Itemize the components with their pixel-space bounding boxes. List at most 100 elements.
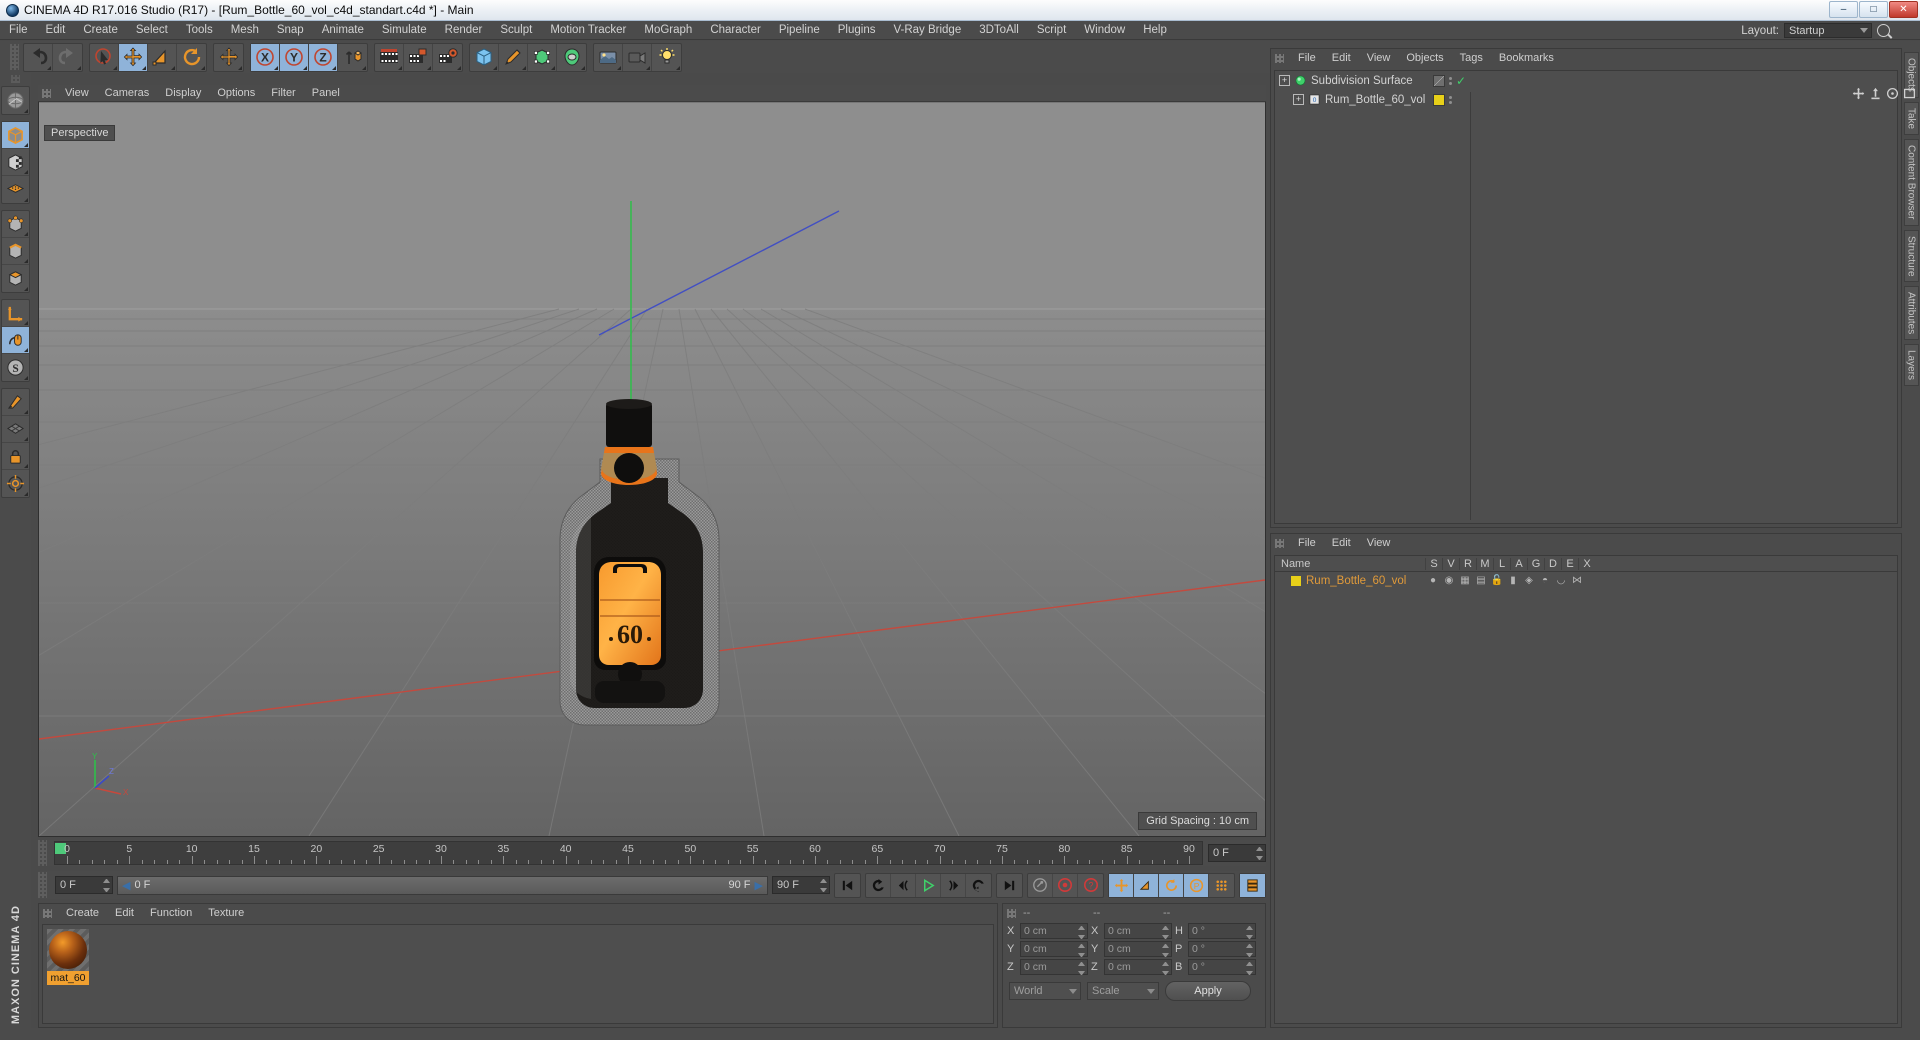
key-position-button[interactable] [1109, 873, 1134, 897]
object-menu-tags[interactable]: Tags [1452, 49, 1491, 67]
polygon-mode-button[interactable] [2, 265, 29, 292]
viewport-menu-grip[interactable] [42, 88, 51, 98]
light-button[interactable] [652, 44, 681, 71]
layer-deformer-icon[interactable]: ◓ [1539, 575, 1551, 587]
layer-xref-icon[interactable]: ⋈ [1571, 575, 1583, 587]
viewport-menu-cameras[interactable]: Cameras [97, 85, 158, 102]
move-button[interactable] [119, 43, 148, 71]
viewport-menu-options[interactable]: Options [209, 85, 263, 102]
frame-spinner[interactable] [1256, 847, 1263, 860]
layer-column-e[interactable]: E [1561, 557, 1578, 570]
lock-button[interactable] [2, 443, 29, 470]
layer-column-g[interactable]: G [1527, 557, 1544, 570]
coord-field-position-0[interactable]: 0 cm [1020, 923, 1088, 939]
menu-item-window[interactable]: Window [1075, 21, 1134, 40]
coord-spinner[interactable] [1246, 944, 1253, 957]
coord-field-size-0[interactable]: 0 cm [1104, 923, 1172, 939]
layer-animation-icon[interactable]: ▮ [1507, 575, 1519, 587]
autokey-button[interactable] [1028, 873, 1053, 897]
viewport-menu-view[interactable]: View [57, 85, 97, 102]
visibility-dots[interactable] [1449, 95, 1452, 104]
workplane-button[interactable]: S [2, 354, 29, 381]
render-view-button[interactable] [375, 43, 404, 71]
menu-item-plugins[interactable]: Plugins [829, 21, 885, 40]
spline-pen-button[interactable] [499, 43, 528, 71]
coord-spinner[interactable] [1246, 926, 1253, 939]
material-name[interactable]: mat_60 [47, 971, 89, 985]
layer-row[interactable]: Rum_Bottle_60_vol ● ◉ ▦ ▤ 🔓 ▮ ◈ ◓ ◡ ⋈ [1275, 572, 1897, 589]
layer-rows[interactable]: Rum_Bottle_60_vol ● ◉ ▦ ▤ 🔓 ▮ ◈ ◓ ◡ ⋈ [1275, 572, 1897, 589]
layer-solo-icon[interactable]: ● [1427, 575, 1439, 587]
object-manager-grip[interactable] [1275, 53, 1284, 63]
live-selection-button[interactable] [90, 43, 119, 71]
menu-item-script[interactable]: Script [1028, 21, 1075, 40]
object-menu-objects[interactable]: Objects [1398, 49, 1451, 67]
coord-field-position-1[interactable]: 0 cm [1020, 941, 1088, 957]
layer-color-swatch[interactable] [1291, 575, 1301, 586]
play-button[interactable] [916, 873, 941, 897]
timeline-grip[interactable] [38, 840, 47, 866]
coord-spinner[interactable] [1078, 926, 1085, 939]
layer-column-x[interactable]: X [1578, 557, 1595, 570]
material-menu-create[interactable]: Create [58, 904, 107, 922]
coord-field-rotation-0[interactable]: 0 ° [1188, 923, 1256, 939]
layer-column-r[interactable]: R [1459, 557, 1476, 570]
coord-spinner[interactable] [1162, 962, 1169, 975]
viewport-panel[interactable]: 60 Perspective Grid Spacing : 10 cm Y X [38, 85, 1266, 837]
menu-item-sculpt[interactable]: Sculpt [491, 21, 541, 40]
play-backwards-button[interactable] [866, 873, 891, 897]
world-object-axis-button[interactable] [338, 44, 367, 71]
viewport-menu-display[interactable]: Display [157, 85, 209, 102]
toolbar-grip[interactable] [10, 44, 19, 70]
material-menu-edit[interactable]: Edit [107, 904, 142, 922]
object-menu-edit[interactable]: Edit [1324, 49, 1359, 67]
coordinates-grip[interactable] [1007, 908, 1016, 918]
object-row[interactable]: + Subdivision Surface ✓ [1275, 71, 1897, 90]
menu-item-render[interactable]: Render [436, 21, 492, 40]
search-icon[interactable] [1877, 24, 1890, 37]
move-tool-button[interactable] [214, 44, 243, 71]
layer-lock-icon[interactable]: 🔓 [1491, 575, 1503, 587]
timeline-window-button[interactable] [1240, 873, 1265, 897]
layer-view-icon[interactable]: ◉ [1443, 575, 1455, 587]
scale-button[interactable] [148, 43, 177, 71]
menu-item-animate[interactable]: Animate [313, 21, 373, 40]
object-tree[interactable]: + Subdivision Surface ✓ +0 Rum_Bottle_60_vol [1274, 70, 1898, 524]
coord-spinner[interactable] [1162, 944, 1169, 957]
coord-field-rotation-2[interactable]: 0 ° [1188, 959, 1256, 975]
layer-menu-file[interactable]: File [1290, 534, 1324, 552]
knife-button[interactable] [2, 389, 29, 416]
coord-field-size-1[interactable]: 0 cm [1104, 941, 1172, 957]
material-list[interactable]: mat_60 [42, 924, 994, 1024]
viewport-solo-button[interactable] [2, 176, 29, 203]
key-scale-button[interactable] [1134, 873, 1159, 897]
go-to-start-button[interactable] [835, 874, 860, 897]
coord-field-rotation-1[interactable]: 0 ° [1188, 941, 1256, 957]
menu-item-create[interactable]: Create [74, 21, 127, 40]
edge-mode-button[interactable] [2, 238, 29, 265]
viewport-menu-filter[interactable]: Filter [263, 85, 303, 102]
layer-manager-grip[interactable] [1275, 538, 1284, 548]
world-axis-button[interactable] [2, 87, 29, 114]
rotate-viewport-icon[interactable] [1886, 87, 1899, 100]
layer-column-a[interactable]: A [1510, 557, 1527, 570]
minimize-button[interactable]: – [1829, 1, 1858, 18]
camera-button[interactable] [623, 43, 652, 71]
menu-item-pipeline[interactable]: Pipeline [770, 21, 829, 40]
zoom-viewport-icon[interactable] [1869, 87, 1882, 100]
object-menu-bookmarks[interactable]: Bookmarks [1491, 49, 1562, 67]
end-frame-spinner[interactable] [820, 879, 827, 892]
texture-axis-button[interactable] [2, 149, 29, 176]
coord-field-size-2[interactable]: 0 cm [1104, 959, 1172, 975]
timeline-controls-grip[interactable] [38, 872, 47, 898]
cube-primitive-button[interactable] [470, 43, 499, 71]
menu-item-select[interactable]: Select [127, 21, 177, 40]
timeline-range-bar[interactable]: ◀ 0 F 90 F ▶ [117, 875, 768, 895]
coord-spinner[interactable] [1078, 962, 1085, 975]
menu-item-snap[interactable]: Snap [268, 21, 313, 40]
object-row[interactable]: +0 Rum_Bottle_60_vol [1275, 90, 1897, 109]
object-name[interactable]: Subdivision Surface [1311, 75, 1413, 87]
layer-render-icon[interactable]: ▦ [1459, 575, 1471, 587]
layout-dropdown[interactable]: Startup [1784, 23, 1872, 38]
object-menu-view[interactable]: View [1359, 49, 1399, 67]
